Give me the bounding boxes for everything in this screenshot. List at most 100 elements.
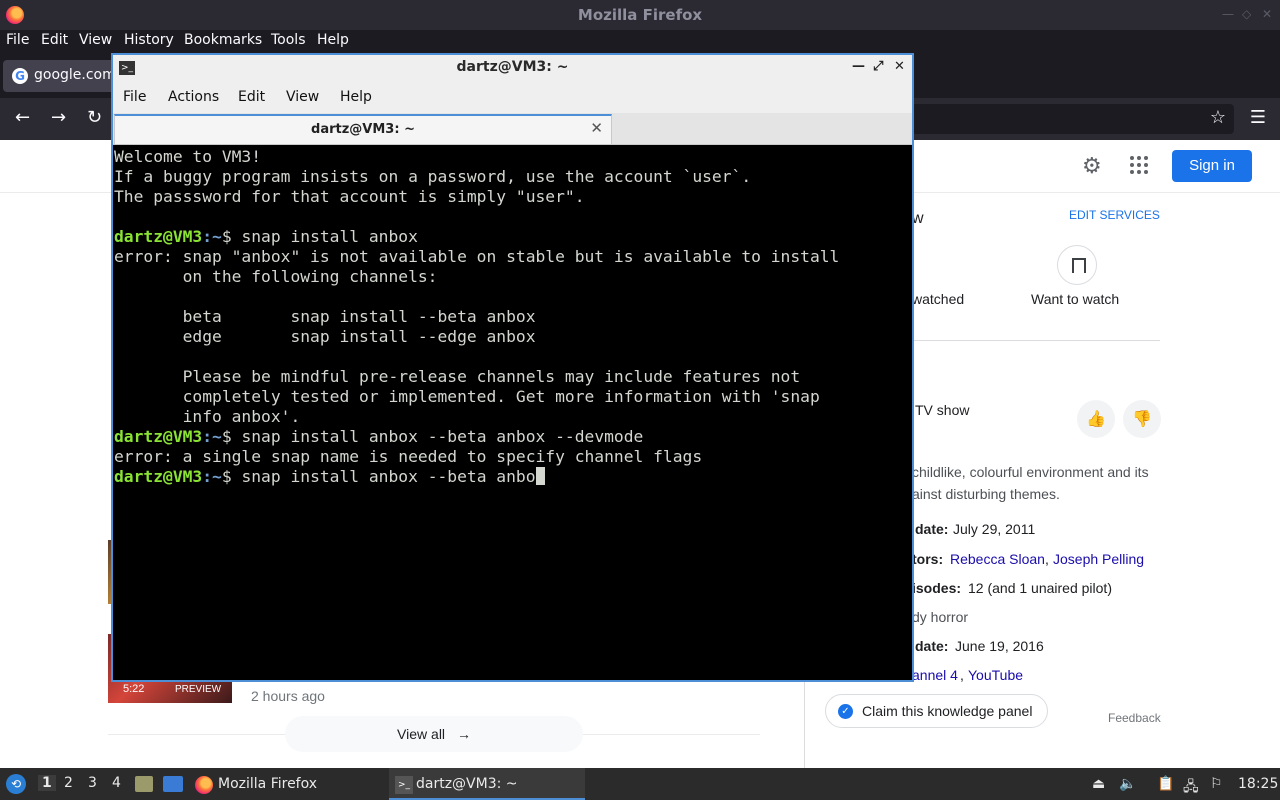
volume-icon[interactable]: 🔈 xyxy=(1119,776,1136,792)
terminal-line: error: a single snap name is needed to s… xyxy=(114,447,703,466)
prompt-user: dartz@VM3 xyxy=(114,467,203,486)
workspace-2[interactable]: 2 xyxy=(64,775,73,791)
firefox-menubar: File Edit View History Bookmarks Tools H… xyxy=(0,30,1280,52)
prompt-user: dartz@VM3 xyxy=(114,427,203,446)
terminal-line: If a buggy program insists on a password… xyxy=(114,167,752,186)
tab-google[interactable]: G google.com xyxy=(3,60,123,92)
episodes-label: isodes: xyxy=(912,580,962,596)
workspace-1[interactable]: 1 xyxy=(38,775,56,791)
thumbs-down-icon[interactable]: 👎 xyxy=(1123,400,1161,438)
menu-actions[interactable]: Actions xyxy=(168,89,219,105)
video-age: 2 hours ago xyxy=(251,688,325,704)
menu-bookmarks[interactable]: Bookmarks xyxy=(184,32,262,48)
creators-label: tors: xyxy=(912,551,944,567)
prompt-path: :~ xyxy=(202,427,222,446)
menu-help[interactable]: Help xyxy=(340,89,372,105)
tray-up-icon[interactable]: ⏏ xyxy=(1092,776,1105,792)
final-date-label: date: xyxy=(915,638,949,654)
terminal-menubar: File Actions Edit View Help xyxy=(113,82,912,113)
watched-label[interactable]: watched xyxy=(912,291,964,307)
kp-description-1: childlike, colourful environment and its xyxy=(912,464,1149,480)
terminal-tab[interactable]: dartz@VM3: ~ ✕ xyxy=(114,114,612,144)
clock: 18:25 xyxy=(1238,776,1279,792)
terminal-line: info anbox'. xyxy=(114,407,301,426)
network-link-2[interactable]: YouTube xyxy=(968,667,1023,683)
update-notifier-icon[interactable]: ⚐ xyxy=(1210,776,1223,792)
minimize-icon[interactable]: — xyxy=(852,59,865,74)
terminal-icon: >_ xyxy=(395,776,413,794)
workspace-4[interactable]: 4 xyxy=(112,775,121,791)
menu-help[interactable]: Help xyxy=(317,32,349,48)
close-icon[interactable]: ✕ xyxy=(894,59,905,74)
menu-view[interactable]: View xyxy=(286,89,319,105)
want-to-watch-label[interactable]: Want to watch xyxy=(1031,291,1119,307)
taskbar-firefox[interactable]: Mozilla Firefox xyxy=(192,768,382,800)
feedback-link[interactable]: Feedback xyxy=(1108,711,1161,725)
maximize-icon[interactable]: ◇ xyxy=(1242,7,1251,21)
view-all-label: View all xyxy=(397,726,446,742)
network-icon[interactable]: 🖧 xyxy=(1183,776,1199,800)
episodes-value: 12 (and 1 unaired pilot) xyxy=(968,580,1112,596)
first-date-value: July 29, 2011 xyxy=(953,521,1036,537)
close-icon[interactable]: ✕ xyxy=(1262,7,1272,21)
terminal-titlebar[interactable]: >_ dartz@VM3: ~ — ⤢ ✕ xyxy=(113,55,912,82)
verified-check-icon: ✓ xyxy=(838,704,853,719)
terminal-line: error: snap "anbox" is not available on … xyxy=(114,247,840,266)
terminal-line: Please be mindful pre-release channels m… xyxy=(114,367,801,386)
google-favicon-icon: G xyxy=(12,68,28,84)
creator-link-1[interactable]: Rebecca Sloan xyxy=(950,551,1045,567)
bookmark-star-icon[interactable]: ☆ xyxy=(1210,107,1226,128)
start-menu-icon[interactable]: ⟲ xyxy=(6,774,26,794)
first-date-label: date: xyxy=(915,521,949,537)
network-link-1[interactable]: annel 4 xyxy=(912,667,958,683)
menu-tools[interactable]: Tools xyxy=(271,32,306,48)
terminal-line: Welcome to VM3! xyxy=(114,147,262,166)
terminal-line: completely tested or implemented. Get mo… xyxy=(114,387,820,406)
clipboard-icon[interactable]: 📋 xyxy=(1157,776,1174,792)
settings-gear-icon[interactable]: ⚙ xyxy=(1082,154,1102,179)
minimize-icon[interactable]: — xyxy=(1222,7,1234,21)
forward-icon[interactable]: → xyxy=(51,107,66,128)
menu-file[interactable]: File xyxy=(6,32,29,48)
genre-fragment: dy horror xyxy=(912,609,969,625)
thumbs-up-icon[interactable]: 👍 xyxy=(1077,400,1115,438)
hamburger-menu-icon[interactable]: ☰ xyxy=(1250,107,1266,128)
terminal-line: dartz@VM3:~$ snap install anbox --beta a… xyxy=(114,427,911,447)
terminal-window-title: dartz@VM3: ~ xyxy=(456,59,569,75)
firefox-titlebar: Mozilla Firefox — ◇ ✕ xyxy=(0,0,1280,30)
taskbar-terminal[interactable]: >_ dartz@VM3: ~ xyxy=(389,768,585,800)
terminal-window[interactable]: >_ dartz@VM3: ~ — ⤢ ✕ File Actions Edit … xyxy=(111,53,914,682)
reload-icon[interactable]: ↻ xyxy=(87,107,102,128)
bookmark-icon[interactable] xyxy=(1057,245,1097,285)
workspace-3[interactable]: 3 xyxy=(88,775,97,791)
maximize-icon[interactable]: ⤢ xyxy=(873,59,883,74)
menu-view[interactable]: View xyxy=(79,32,112,48)
claim-knowledge-panel-button[interactable]: ✓ Claim this knowledge panel xyxy=(825,694,1048,728)
kp-type: TV show xyxy=(915,402,970,418)
terminal-output[interactable]: Welcome to VM3! If a buggy program insist… xyxy=(114,147,911,680)
creator-link-2[interactable]: Joseph Pelling xyxy=(1053,551,1144,567)
show-desktop-icon[interactable] xyxy=(163,776,183,792)
menu-edit[interactable]: Edit xyxy=(41,32,68,48)
terminal-line: The passsword for that account is simply… xyxy=(114,187,585,206)
view-all-button[interactable]: View all → xyxy=(285,716,583,752)
edit-services-link[interactable]: EDIT SERVICES xyxy=(1069,208,1160,222)
back-icon[interactable]: ← xyxy=(15,107,30,128)
menu-edit[interactable]: Edit xyxy=(238,89,265,105)
terminal-tabstrip: dartz@VM3: ~ ✕ xyxy=(113,113,912,145)
close-tab-icon[interactable]: ✕ xyxy=(590,119,603,137)
taskbar: ⟲ 1 2 3 4 Mozilla Firefox >_ dartz@VM3: … xyxy=(0,768,1280,800)
file-manager-icon[interactable] xyxy=(135,776,153,792)
kp-description-2: ainst disturbing themes. xyxy=(912,486,1060,502)
url-bar[interactable]: ☆ xyxy=(912,104,1234,134)
google-apps-icon[interactable] xyxy=(1130,156,1148,174)
menu-file[interactable]: File xyxy=(123,89,146,105)
final-date-value: June 19, 2016 xyxy=(955,638,1044,654)
command-text: $ snap install anbox --beta anbox --devm… xyxy=(221,427,644,446)
sign-in-button[interactable]: Sign in xyxy=(1172,150,1252,182)
video-duration: 5:22 xyxy=(123,683,145,695)
taskbar-terminal-label: dartz@VM3: ~ xyxy=(416,776,518,792)
menu-history[interactable]: History xyxy=(124,32,174,48)
